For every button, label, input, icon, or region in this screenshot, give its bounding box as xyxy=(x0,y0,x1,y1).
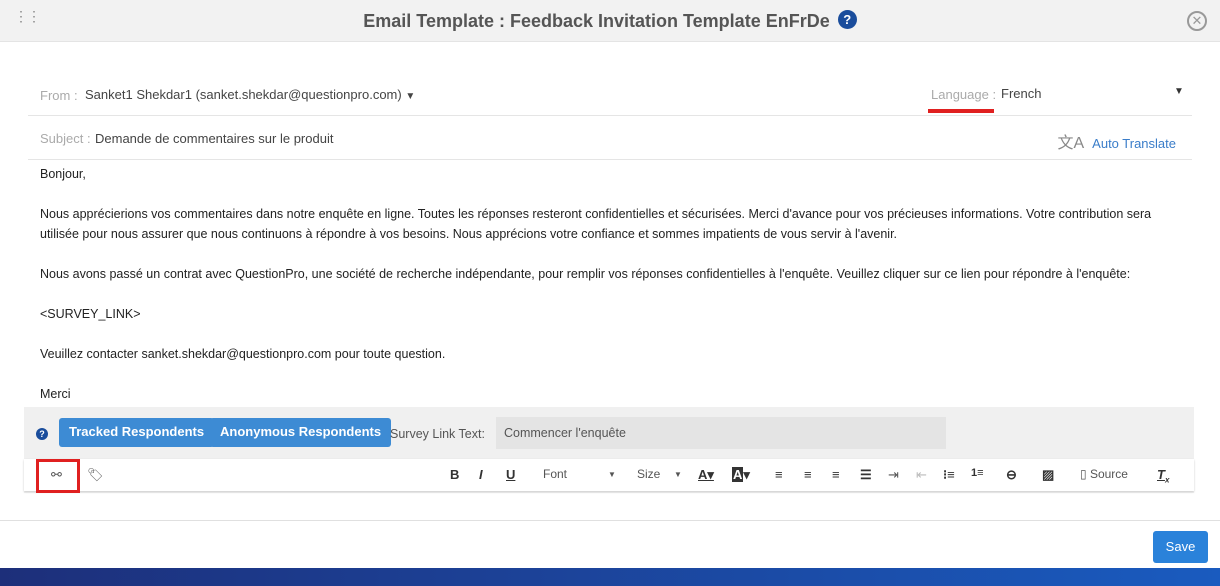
align-left-icon[interactable]: ≡ xyxy=(775,467,783,482)
tag-icon[interactable]: 🏷 xyxy=(87,467,104,483)
from-label: From : xyxy=(40,88,78,103)
auto-translate-label: Auto Translate xyxy=(1092,136,1176,151)
language-select[interactable]: French xyxy=(1001,86,1041,101)
footer-bar xyxy=(0,568,1220,586)
link-icon[interactable]: ⚯ xyxy=(51,467,62,483)
underline-button[interactable]: U xyxy=(506,467,515,482)
numbered-list-icon[interactable]: 1≡ xyxy=(971,467,984,479)
body-paragraph: Nous avons passé un contrat avec Questio… xyxy=(40,267,1131,281)
caret-down-icon[interactable]: ▼ xyxy=(674,470,682,479)
survey-link-text-input[interactable] xyxy=(496,417,946,449)
email-body-editor[interactable]: Bonjour, Nous apprécierions vos commenta… xyxy=(40,164,1190,424)
tracked-respondents-button[interactable]: Tracked Respondents xyxy=(59,418,215,447)
modal-title: Email Template : Feedback Invitation Tem… xyxy=(363,11,830,31)
source-label: Source xyxy=(1089,467,1128,481)
anonymous-respondents-button[interactable]: Anonymous Respondents xyxy=(210,418,392,447)
auto-translate-link[interactable]: 文A Auto Translate xyxy=(1057,129,1176,153)
from-value: Sanket1 Shekdar1 (sanket.shekdar@questio… xyxy=(85,87,402,102)
caret-down-icon: ▼ xyxy=(405,91,416,102)
subject-label: Subject : xyxy=(40,131,91,146)
drag-handle-icon[interactable]: ⋮⋮ xyxy=(14,9,41,23)
from-select[interactable]: Sanket1 Shekdar1 (sanket.shekdar@questio… xyxy=(85,87,415,102)
from-row: From : Sanket1 Shekdar1 (sanket.shekdar@… xyxy=(28,76,1192,116)
source-icon: ▯ xyxy=(1080,467,1087,481)
caret-down-icon[interactable]: ▼ xyxy=(1174,86,1184,97)
question-circle-icon[interactable]: ? xyxy=(837,10,857,29)
remove-format-icon[interactable]: Tx xyxy=(1157,467,1169,485)
language-highlight xyxy=(928,109,994,113)
subject-row: Subject : Demande de commentaires sur le… xyxy=(28,117,1192,160)
caret-down-icon[interactable]: ▼ xyxy=(608,470,616,479)
body-paragraph: Nous apprécierions vos commentaires dans… xyxy=(40,207,1152,241)
modal-header: ⋮⋮ Email Template : Feedback Invitation … xyxy=(0,0,1220,42)
question-circle-icon[interactable]: ? xyxy=(36,428,48,440)
source-button[interactable]: ▯ Source xyxy=(1080,467,1128,481)
justify-icon[interactable]: ☰ xyxy=(860,467,872,483)
close-icon[interactable]: ✕ xyxy=(1187,11,1207,31)
body-paragraph: <SURVEY_LINK> xyxy=(40,307,141,321)
image-icon[interactable]: ▨ xyxy=(1042,467,1054,483)
background-color-icon[interactable]: A▾ xyxy=(732,467,750,483)
bulleted-list-icon[interactable]: ⁝≡ xyxy=(943,467,955,483)
survey-link-text-label: Survey Link Text: xyxy=(390,427,485,441)
editor-bottom-bar: ? Tracked Respondents Anonymous Responde… xyxy=(24,407,1194,493)
align-center-icon[interactable]: ≡ xyxy=(804,467,812,482)
italic-button[interactable]: I xyxy=(479,467,483,482)
divider xyxy=(0,520,1220,521)
editor-toolbar: ⚯ 🏷 B I U Font ▼ Size ▼ A▾ A▾ ≡ ≡ ≡ ☰ ⇥ … xyxy=(24,459,1194,493)
hyperlink-icon[interactable]: ⊖ xyxy=(1006,467,1017,483)
save-button[interactable]: Save xyxy=(1153,531,1208,563)
subject-input[interactable]: Demande de commentaires sur le produit xyxy=(95,131,333,146)
body-paragraph: Bonjour, xyxy=(40,167,86,181)
indent-icon[interactable]: ⇥ xyxy=(888,467,899,483)
font-select[interactable]: Font xyxy=(543,467,567,481)
language-label: Language : xyxy=(931,87,997,102)
align-right-icon[interactable]: ≡ xyxy=(832,467,840,482)
body-paragraph: Veuillez contacter sanket.shekdar@questi… xyxy=(40,347,446,361)
body-paragraph: Merci xyxy=(40,387,71,401)
translate-icon: 文A xyxy=(1057,135,1085,152)
bold-button[interactable]: B xyxy=(450,467,459,482)
text-color-icon[interactable]: A▾ xyxy=(698,467,714,483)
size-select[interactable]: Size xyxy=(637,467,660,481)
outdent-icon[interactable]: ⇤ xyxy=(916,467,927,483)
